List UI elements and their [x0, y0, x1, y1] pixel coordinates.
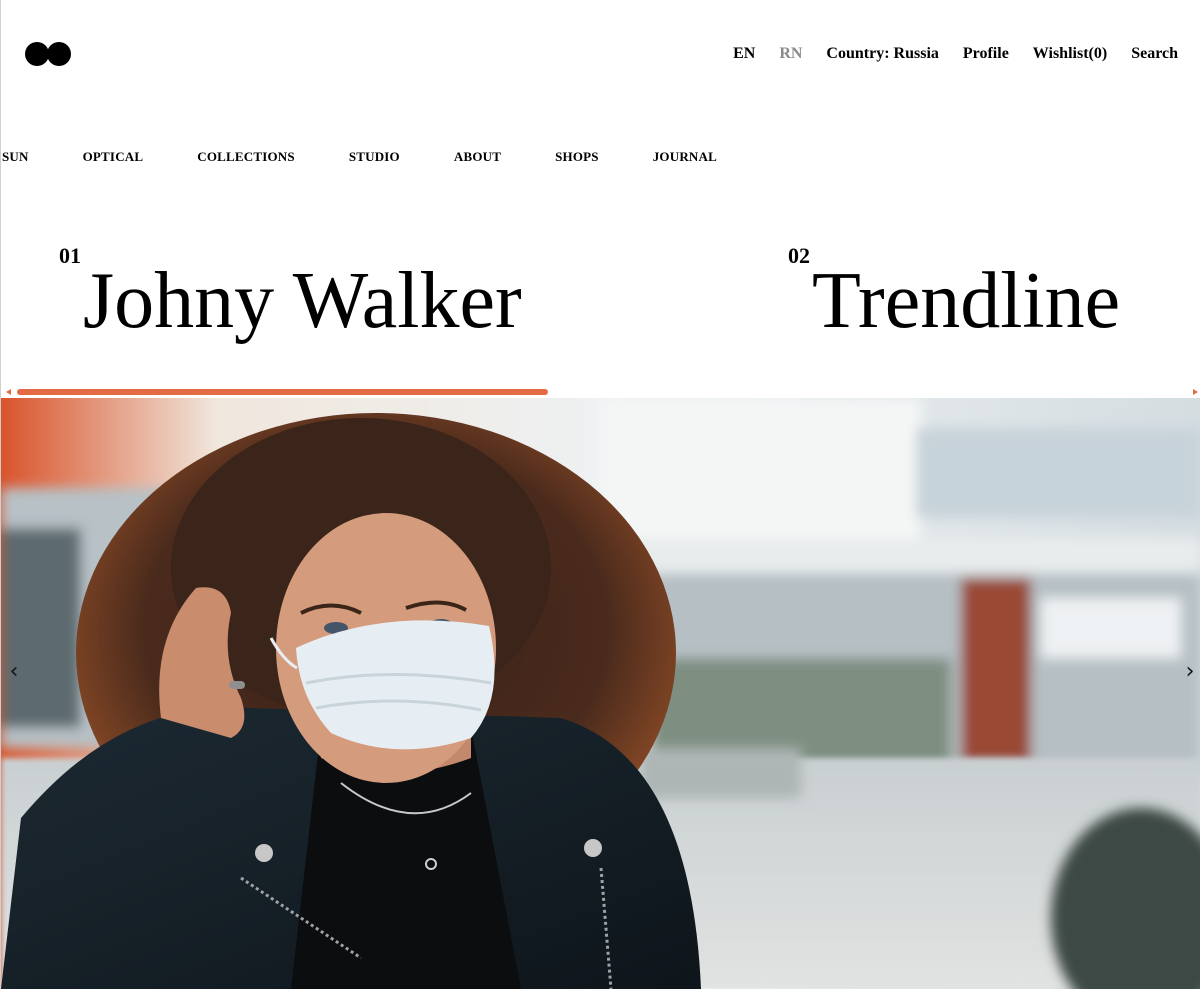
country-selector-link[interactable]: Country: Russia — [826, 44, 938, 64]
profile-link[interactable]: Profile — [963, 44, 1009, 64]
nav-item-journal[interactable]: JOURNAL — [653, 149, 717, 165]
nav-item-optical[interactable]: OPTICAL — [83, 149, 144, 165]
slide-title: Trendline — [812, 257, 1121, 345]
hero-image: ‹ › — [1, 398, 1200, 989]
collection-slider: 01 Johny Walker 02 Trendline — [1, 240, 1200, 350]
slider-scrollbar[interactable] — [1, 386, 1200, 398]
nav-item-studio[interactable]: STUDIO — [349, 149, 400, 165]
scroll-right-arrow-icon[interactable] — [1193, 389, 1198, 395]
wishlist-link[interactable]: Wishlist(0) — [1033, 44, 1107, 64]
top-navigation: EN RN Country: Russia Profile Wishlist(0… — [733, 44, 1178, 64]
slide-number: 02 — [788, 243, 810, 268]
search-link[interactable]: Search — [1131, 44, 1178, 64]
scrollbar-thumb[interactable] — [17, 389, 548, 395]
slide-title: Johny Walker — [83, 257, 522, 345]
chevron-left-icon[interactable]: ‹ — [4, 660, 24, 684]
main-navigation: SUN OPTICAL COLLECTIONS STUDIO ABOUT SHO… — [2, 149, 771, 165]
nav-item-sun[interactable]: SUN — [2, 149, 29, 165]
hero-photo-illustration — [1, 398, 1200, 989]
nav-item-about[interactable]: ABOUT — [454, 149, 501, 165]
language-en-link[interactable]: EN — [733, 44, 755, 64]
language-rn-link[interactable]: RN — [779, 44, 802, 64]
page: EN RN Country: Russia Profile Wishlist(0… — [0, 0, 1200, 989]
brand-logo[interactable] — [25, 42, 73, 66]
scroll-left-arrow-icon[interactable] — [6, 389, 11, 395]
slide-number: 01 — [59, 243, 81, 268]
logo-dot-right — [47, 42, 71, 66]
nav-item-shops[interactable]: SHOPS — [555, 149, 599, 165]
chevron-right-icon[interactable]: › — [1180, 660, 1200, 684]
nav-item-collections[interactable]: COLLECTIONS — [197, 149, 295, 165]
logo-dot-left — [25, 42, 49, 66]
